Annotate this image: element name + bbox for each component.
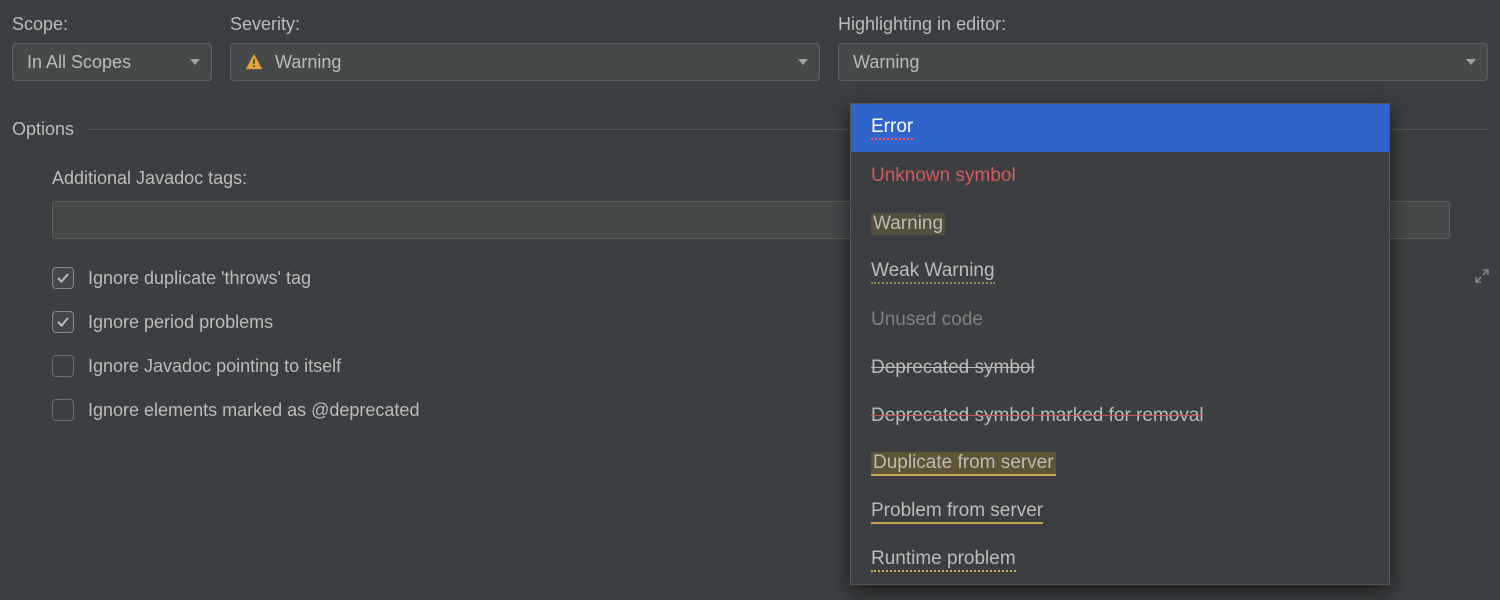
scope-value: In All Scopes — [27, 52, 131, 73]
highlighting-option[interactable]: Deprecated symbol marked for removal — [851, 392, 1389, 440]
highlighting-option-label: Unused code — [871, 309, 983, 331]
options-title: Options — [12, 119, 74, 140]
checkbox-box[interactable] — [52, 399, 74, 421]
highlighting-option-label: Warning — [871, 213, 945, 235]
highlighting-option[interactable]: Runtime problem — [851, 536, 1389, 584]
scope-label: Scope: — [12, 14, 212, 35]
highlighting-dropdown[interactable]: Warning — [838, 43, 1488, 81]
highlighting-option[interactable]: Deprecated symbol — [851, 344, 1389, 392]
highlighting-option[interactable]: Unused code — [851, 296, 1389, 344]
highlighting-option-label: Error — [871, 116, 913, 140]
highlighting-option-label: Deprecated symbol marked for removal — [871, 405, 1204, 427]
highlighting-option[interactable]: Unknown symbol — [851, 152, 1389, 200]
highlighting-option-label: Weak Warning — [871, 260, 995, 284]
chevron-down-icon — [189, 52, 201, 73]
highlighting-option-label: Runtime problem — [871, 548, 1016, 572]
checkbox-label: Ignore elements marked as @deprecated — [88, 400, 419, 421]
warning-icon — [245, 53, 263, 71]
checkbox-box[interactable] — [52, 355, 74, 377]
severity-dropdown[interactable]: Warning — [230, 43, 820, 81]
chevron-down-icon — [1465, 52, 1477, 73]
checkbox-label: Ignore duplicate 'throws' tag — [88, 268, 311, 289]
checkbox-label: Ignore period problems — [88, 312, 273, 333]
expand-icon[interactable] — [1474, 268, 1490, 289]
scope-dropdown[interactable]: In All Scopes — [12, 43, 212, 81]
highlighting-popup: Error Unknown symbol Warning Weak Warning Un… — [850, 103, 1390, 585]
severity-value: Warning — [275, 52, 341, 73]
highlighting-option-label: Deprecated symbol — [871, 357, 1035, 379]
highlighting-value: Warning — [853, 52, 919, 73]
highlighting-option-label: Duplicate from server — [871, 452, 1056, 476]
checkbox-label: Ignore Javadoc pointing to itself — [88, 356, 341, 377]
highlighting-option[interactable]: Error — [851, 104, 1389, 152]
checkbox-box[interactable] — [52, 311, 74, 333]
highlighting-option-label: Unknown symbol — [871, 165, 1016, 187]
highlighting-option[interactable]: Warning — [851, 200, 1389, 248]
highlighting-option-label: Problem from server — [871, 500, 1043, 524]
highlighting-option[interactable]: Weak Warning — [851, 248, 1389, 296]
highlighting-option[interactable]: Problem from server — [851, 488, 1389, 536]
severity-label: Severity: — [230, 14, 820, 35]
chevron-down-icon — [797, 52, 809, 73]
highlighting-option[interactable]: Duplicate from server — [851, 440, 1389, 488]
highlighting-label: Highlighting in editor: — [838, 14, 1488, 35]
checkbox-box[interactable] — [52, 267, 74, 289]
